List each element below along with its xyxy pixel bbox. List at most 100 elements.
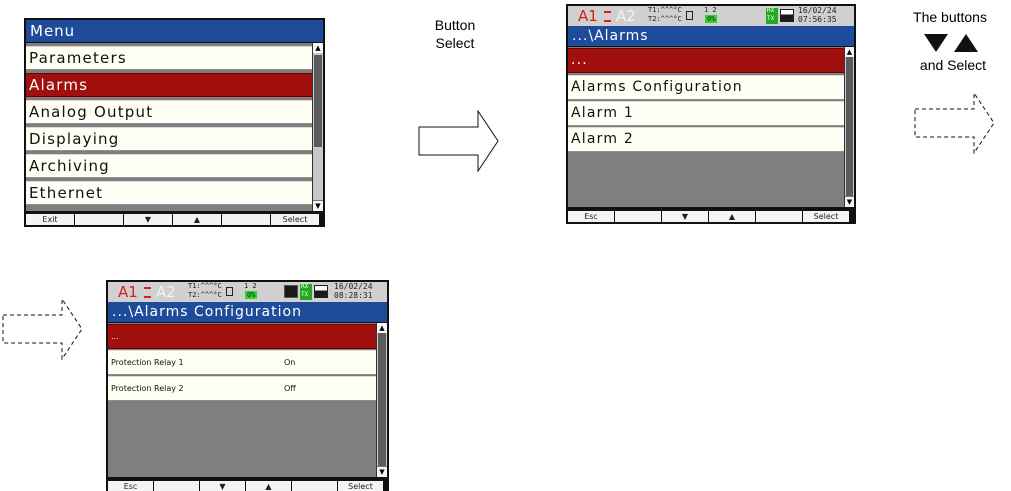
- caption-line: Select: [435, 35, 475, 51]
- menu-list: Parameters Alarms Analog Output Displayi…: [26, 43, 312, 211]
- caption-line: Button: [434, 17, 476, 33]
- menu-item-alarms[interactable]: Alarms: [26, 73, 312, 97]
- softkey-esc[interactable]: Esc: [108, 481, 153, 491]
- softkey-down[interactable]: ▼: [200, 481, 245, 491]
- softkey-down[interactable]: ▼: [662, 211, 708, 222]
- percent-indicator: 0%: [245, 291, 258, 299]
- softkey-blank-2[interactable]: [292, 481, 337, 491]
- menu-item-archiving[interactable]: Archiving: [26, 154, 312, 178]
- tx-label: TX: [767, 15, 775, 22]
- caption-line: The buttons: [913, 9, 987, 25]
- softkey-up[interactable]: ▲: [173, 214, 221, 225]
- menu-item-label: Alarms: [29, 76, 89, 94]
- menu-item-ethernet[interactable]: Ethernet: [26, 181, 312, 205]
- channel-numbers: 1 2: [704, 6, 717, 14]
- softkey-up[interactable]: ▲: [246, 481, 291, 491]
- dashed-right-arrow-icon: [2, 298, 83, 360]
- softkey-select[interactable]: Select: [803, 211, 849, 222]
- rx-label: RX: [767, 7, 775, 14]
- alarms-scrollbar[interactable]: ▲ ▼: [844, 47, 854, 207]
- menu-item-displaying[interactable]: Displaying: [26, 127, 312, 151]
- alarms-screen: A1 A2 T1:^^^°C T2:^^^°C 1 2 0% RX TX 16/…: [566, 4, 856, 224]
- softkey-bar: Esc ▼ ▲ Select: [108, 481, 387, 491]
- menu-item-label: Ethernet: [29, 184, 104, 202]
- caption-buttons: The buttons: [900, 8, 1000, 26]
- menu-item-label: Archiving: [29, 157, 110, 175]
- softkey-blank-1[interactable]: [75, 214, 123, 225]
- scroll-down-arrow-icon[interactable]: ▼: [377, 466, 387, 477]
- network-icon: [284, 285, 298, 298]
- alarm-1-bars-icon: [604, 11, 611, 22]
- alarm-1-indicator: A1: [578, 7, 598, 25]
- softkey-bar: Esc ▼ ▲ Select: [568, 211, 854, 222]
- date-readout: 16/02/24: [798, 6, 837, 15]
- list-item-label: Alarm 1: [571, 105, 634, 121]
- scrollbar-thumb[interactable]: [846, 57, 853, 197]
- alarms-config-list: ... Protection Relay 1 On Protection Rel…: [108, 323, 376, 477]
- list-item-protection-relay-2[interactable]: Protection Relay 2 Off: [108, 376, 376, 401]
- percent-indicator: 0%: [705, 15, 718, 23]
- time-readout: 07:56:35: [798, 15, 837, 24]
- status-bar: A1 A2 T1:^^^°C T2:^^^°C 1 2 0% RX TX 16/…: [108, 282, 387, 302]
- list-item-alarms-configuration[interactable]: Alarms Configuration: [568, 75, 844, 100]
- page-title: ...\Alarms Configuration: [112, 304, 302, 320]
- list-item-parent[interactable]: ...: [108, 324, 376, 349]
- alarms-title-bar: ...\Alarms: [568, 26, 854, 46]
- alarms-list: ... Alarms Configuration Alarm 1 Alarm 2: [568, 47, 844, 207]
- list-item-label: ...: [111, 332, 119, 341]
- menu-scrollbar[interactable]: ▲ ▼: [312, 43, 323, 211]
- alarm-2-indicator: A2: [616, 7, 636, 25]
- softkey-select[interactable]: Select: [338, 481, 383, 491]
- alarms-config-title-bar: ...\Alarms Configuration: [108, 302, 387, 322]
- list-item-parent[interactable]: ...: [568, 48, 844, 73]
- list-item-protection-relay-1[interactable]: Protection Relay 1 On: [108, 350, 376, 375]
- alarms-configuration-screen: A1 A2 T1:^^^°C T2:^^^°C 1 2 0% RX TX 16/…: [106, 280, 389, 491]
- alarms-config-scrollbar[interactable]: ▲ ▼: [376, 323, 387, 477]
- softkey-select[interactable]: Select: [271, 214, 319, 225]
- setting-label: Protection Relay 1: [111, 358, 184, 367]
- softkey-blank-2[interactable]: [756, 211, 802, 222]
- softkey-blank-1[interactable]: [154, 481, 199, 491]
- temperature-1-readout: T1:^^^°C: [648, 6, 682, 14]
- list-item-label: ...: [571, 52, 588, 68]
- setting-label: Protection Relay 2: [111, 384, 184, 393]
- softkey-blank-2[interactable]: [222, 214, 270, 225]
- setting-value: On: [284, 358, 296, 367]
- menu-title-bar: Menu: [26, 20, 323, 42]
- list-item-alarm-1[interactable]: Alarm 1: [568, 101, 844, 126]
- scrollbar-track: [845, 57, 854, 197]
- time-readout: 08:28:31: [334, 291, 373, 300]
- menu-item-label: Parameters: [29, 49, 127, 67]
- page-title: ...\Alarms: [572, 28, 649, 44]
- alarm-2-indicator: A2: [156, 283, 176, 301]
- softkey-blank-1[interactable]: [615, 211, 661, 222]
- list-item-alarm-2[interactable]: Alarm 2: [568, 127, 844, 152]
- softkey-up[interactable]: ▲: [709, 211, 755, 222]
- scrollbar-track: [377, 333, 387, 467]
- softkey-exit[interactable]: Exit: [26, 214, 74, 225]
- menu-item-analog-output[interactable]: Analog Output: [26, 100, 312, 124]
- temperature-2-readout: T2:^^^°C: [648, 15, 682, 23]
- temperature-2-readout: T2:^^^°C: [188, 291, 222, 299]
- scrollbar-thumb[interactable]: [378, 333, 386, 467]
- scroll-down-arrow-icon[interactable]: ▼: [845, 196, 854, 207]
- status-bar: A1 A2 T1:^^^°C T2:^^^°C 1 2 0% RX TX 16/…: [568, 6, 854, 26]
- scrollbar-thumb[interactable]: [314, 55, 322, 147]
- date-readout: 16/02/24: [334, 282, 373, 291]
- alarm-1-indicator: A1: [118, 283, 138, 301]
- softkey-esc[interactable]: Esc: [568, 211, 614, 222]
- sd-card-icon: [226, 287, 233, 296]
- tx-label: TX: [301, 291, 309, 298]
- caption-line: and Select: [919, 57, 987, 73]
- dashed-right-arrow-icon: [914, 92, 995, 154]
- menu-item-parameters[interactable]: Parameters: [26, 46, 312, 70]
- scroll-down-arrow-icon[interactable]: ▼: [313, 200, 323, 211]
- battery-icon: [314, 285, 328, 298]
- channel-numbers: 1 2: [244, 282, 257, 290]
- softkey-down[interactable]: ▼: [124, 214, 172, 225]
- list-item-label: Alarm 2: [571, 131, 634, 147]
- battery-icon: [780, 9, 794, 22]
- list-item-label: Alarms Configuration: [571, 79, 743, 95]
- rx-label: RX: [301, 283, 309, 290]
- up-triangle-icon: [954, 34, 978, 52]
